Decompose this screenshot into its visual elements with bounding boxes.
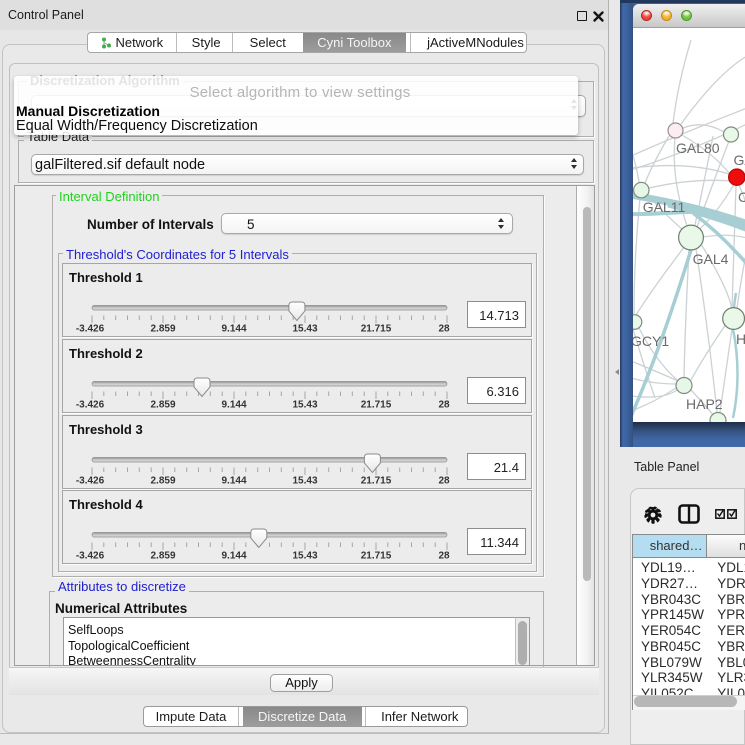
- svg-text:15.43: 15.43: [292, 475, 317, 486]
- svg-text:C: C: [738, 189, 745, 205]
- svg-text:GA: GA: [734, 152, 745, 168]
- svg-text:21.715: 21.715: [361, 400, 392, 411]
- svg-text:28: 28: [438, 400, 450, 411]
- svg-text:2.859: 2.859: [150, 400, 175, 411]
- svg-text:-3.426: -3.426: [76, 551, 105, 562]
- svg-text:9.144: 9.144: [221, 400, 246, 411]
- svg-text:21.715: 21.715: [361, 475, 392, 486]
- svg-text:GAL4: GAL4: [693, 251, 729, 267]
- svg-text:-3.426: -3.426: [76, 475, 105, 486]
- svg-text:2.859: 2.859: [150, 324, 175, 335]
- svg-text:H: H: [736, 331, 745, 347]
- svg-text:-3.426: -3.426: [76, 324, 105, 335]
- svg-text:HAP2: HAP2: [686, 396, 723, 412]
- svg-text:2.859: 2.859: [150, 475, 175, 486]
- svg-text:GAL80: GAL80: [676, 140, 720, 156]
- svg-text:9.144: 9.144: [221, 551, 246, 562]
- svg-text:21.715: 21.715: [361, 551, 392, 562]
- svg-text:-3.426: -3.426: [76, 400, 105, 411]
- svg-text:28: 28: [438, 324, 450, 335]
- svg-text:28: 28: [438, 475, 450, 486]
- svg-text:15.43: 15.43: [292, 324, 317, 335]
- svg-text:GAL11: GAL11: [643, 199, 686, 215]
- svg-text:15.43: 15.43: [292, 400, 317, 411]
- svg-text:9.144: 9.144: [221, 475, 246, 486]
- svg-text:21.715: 21.715: [361, 324, 392, 335]
- svg-text:9.144: 9.144: [221, 324, 246, 335]
- svg-text:GCY1: GCY1: [633, 333, 669, 349]
- svg-text:28: 28: [438, 551, 450, 562]
- svg-text:2.859: 2.859: [150, 551, 175, 562]
- svg-text:15.43: 15.43: [292, 551, 317, 562]
